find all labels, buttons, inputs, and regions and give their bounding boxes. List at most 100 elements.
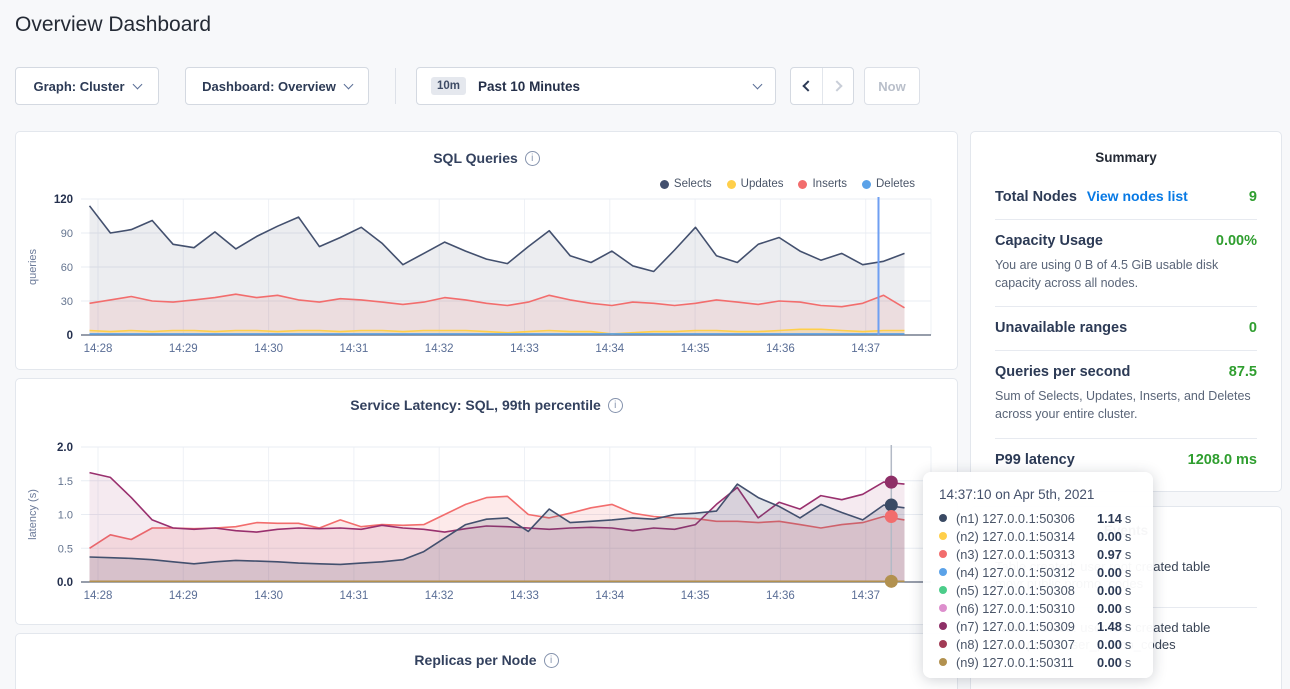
svg-text:latency (s): latency (s): [27, 489, 39, 540]
graph-dropdown[interactable]: Graph: Cluster: [15, 67, 159, 105]
summary-panel: Summary Total NodesView nodes list9Capac…: [970, 131, 1282, 492]
chevron-down-icon: [343, 79, 353, 89]
summary-metrics: Total NodesView nodes list9Capacity Usag…: [995, 175, 1257, 482]
metric-value: 0.00%: [1216, 233, 1257, 249]
tooltip-node-unit: s: [1125, 511, 1131, 526]
time-range-label: Past 10 Minutes: [478, 79, 742, 94]
tooltip-node-row: (n5) 127.0.0.1:503080.00s: [939, 581, 1137, 599]
tooltip-node-address: (n3) 127.0.0.1:50313: [956, 547, 1097, 562]
previous-time-button[interactable]: [791, 68, 822, 104]
tooltip-node-address: (n8) 127.0.0.1:50307: [956, 637, 1097, 652]
svg-text:14:36: 14:36: [766, 590, 795, 602]
svg-text:0: 0: [67, 330, 73, 342]
metric-value: 1208.0 ms: [1188, 452, 1257, 468]
node-color-dot-icon: [939, 514, 947, 522]
metric-label: Total Nodes: [995, 189, 1077, 205]
tooltip-node-value: 0.00: [1097, 583, 1122, 598]
tooltip-node-row: (n4) 127.0.0.1:503120.00s: [939, 563, 1137, 581]
tooltip-node-unit: s: [1125, 619, 1131, 634]
info-icon[interactable]: [544, 653, 559, 668]
svg-text:14:36: 14:36: [766, 343, 795, 355]
node-color-dot-icon: [939, 622, 947, 630]
tooltip-node-address: (n2) 127.0.0.1:50314: [956, 529, 1097, 544]
metric-label: Capacity Usage: [995, 233, 1103, 249]
tooltip-node-value: 0.00: [1097, 655, 1122, 670]
svg-text:0.0: 0.0: [57, 577, 73, 589]
tooltip-node-address: (n5) 127.0.0.1:50308: [956, 583, 1097, 598]
time-range-badge: 10m: [431, 77, 466, 95]
svg-text:14:32: 14:32: [425, 590, 454, 602]
tooltip-node-unit: s: [1125, 637, 1131, 652]
time-step-buttons: [790, 67, 854, 105]
tooltip-node-value: 0.00: [1097, 565, 1122, 580]
svg-text:14:37: 14:37: [851, 343, 880, 355]
svg-text:0.5: 0.5: [58, 543, 73, 555]
summary-metric: Capacity Usage0.00%You are using 0 B of …: [995, 219, 1257, 306]
node-color-dot-icon: [939, 568, 947, 576]
svg-text:1.0: 1.0: [58, 510, 73, 522]
metric-label: Queries per second: [995, 364, 1130, 380]
sql-queries-card: SQL Queries SelectsUpdatesInsertsDeletes…: [15, 131, 958, 370]
tooltip-node-address: (n1) 127.0.0.1:50306: [956, 511, 1097, 526]
tooltip-node-value: 1.48: [1097, 619, 1122, 634]
tooltip-node-address: (n7) 127.0.0.1:50309: [956, 619, 1097, 634]
svg-text:14:37: 14:37: [851, 590, 880, 602]
tooltip-node-value: 0.97: [1097, 547, 1122, 562]
tooltip-node-row: (n7) 127.0.0.1:503091.48s: [939, 617, 1137, 635]
replicas-per-node-card: Replicas per Node: [15, 633, 958, 689]
svg-text:14:35: 14:35: [681, 590, 710, 602]
dashboard-dropdown[interactable]: Dashboard: Overview: [185, 67, 369, 105]
svg-text:1.5: 1.5: [58, 476, 73, 488]
svg-text:14:31: 14:31: [340, 343, 369, 355]
svg-text:14:28: 14:28: [84, 343, 113, 355]
metric-label: P99 latency: [995, 452, 1075, 468]
svg-text:14:32: 14:32: [425, 343, 454, 355]
tooltip-node-unit: s: [1125, 583, 1131, 598]
tooltip-node-address: (n6) 127.0.0.1:50310: [956, 601, 1097, 616]
metric-value: 87.5: [1229, 364, 1257, 380]
svg-text:14:34: 14:34: [595, 590, 624, 602]
tooltip-node-row: (n9) 127.0.0.1:503110.00s: [939, 653, 1137, 671]
svg-text:queries: queries: [27, 248, 39, 285]
svg-text:120: 120: [54, 194, 73, 206]
next-time-button[interactable]: [822, 68, 853, 104]
tooltip-node-unit: s: [1125, 601, 1131, 616]
tooltip-node-value: 1.14: [1097, 511, 1122, 526]
tooltip-timestamp: 14:37:10 on Apr 5th, 2021: [939, 487, 1137, 502]
svg-text:14:35: 14:35: [681, 343, 710, 355]
tooltip-node-value: 0.00: [1097, 637, 1122, 652]
node-color-dot-icon: [939, 532, 947, 540]
service-latency-chart[interactable]: 14:2814:2914:3014:3114:3214:3314:3414:35…: [16, 379, 959, 626]
view-nodes-list-link[interactable]: View nodes list: [1087, 188, 1188, 204]
tooltip-node-unit: s: [1125, 529, 1131, 544]
chart-hover-tooltip: 14:37:10 on Apr 5th, 2021 (n1) 127.0.0.1…: [923, 472, 1153, 678]
tooltip-node-row: (n3) 127.0.0.1:503130.97s: [939, 545, 1137, 563]
tooltip-node-unit: s: [1125, 565, 1131, 580]
svg-text:14:30: 14:30: [254, 343, 283, 355]
tooltip-rows: (n1) 127.0.0.1:503061.14s(n2) 127.0.0.1:…: [939, 509, 1137, 671]
chevron-left-icon: [802, 80, 813, 91]
chart-title-text: Replicas per Node: [414, 652, 536, 668]
tooltip-node-row: (n2) 127.0.0.1:503140.00s: [939, 527, 1137, 545]
chevron-down-icon: [132, 79, 142, 89]
summary-metric: Unavailable ranges 0: [995, 306, 1257, 350]
metric-value: 0: [1249, 320, 1257, 336]
svg-text:14:28: 14:28: [84, 590, 113, 602]
svg-text:2.0: 2.0: [57, 442, 73, 454]
node-color-dot-icon: [939, 640, 947, 648]
metric-description: Sum of Selects, Updates, Inserts, and De…: [995, 387, 1257, 423]
metric-label: Unavailable ranges: [995, 320, 1127, 336]
tooltip-node-row: (n8) 127.0.0.1:503070.00s: [939, 635, 1137, 653]
tooltip-node-row: (n6) 127.0.0.1:503100.00s: [939, 599, 1137, 617]
svg-text:30: 30: [61, 296, 73, 308]
sql-queries-chart[interactable]: 14:2814:2914:3014:3114:3214:3314:3414:35…: [16, 132, 959, 371]
controls-divider: [395, 68, 396, 104]
node-color-dot-icon: [939, 658, 947, 666]
time-range-dropdown[interactable]: 10m Past 10 Minutes: [416, 67, 776, 105]
now-button[interactable]: Now: [864, 67, 920, 105]
dashboard-dropdown-label: Dashboard: Overview: [202, 79, 336, 94]
node-color-dot-icon: [939, 604, 947, 612]
svg-text:14:33: 14:33: [510, 590, 539, 602]
tooltip-node-unit: s: [1125, 547, 1131, 562]
svg-text:60: 60: [61, 262, 73, 274]
